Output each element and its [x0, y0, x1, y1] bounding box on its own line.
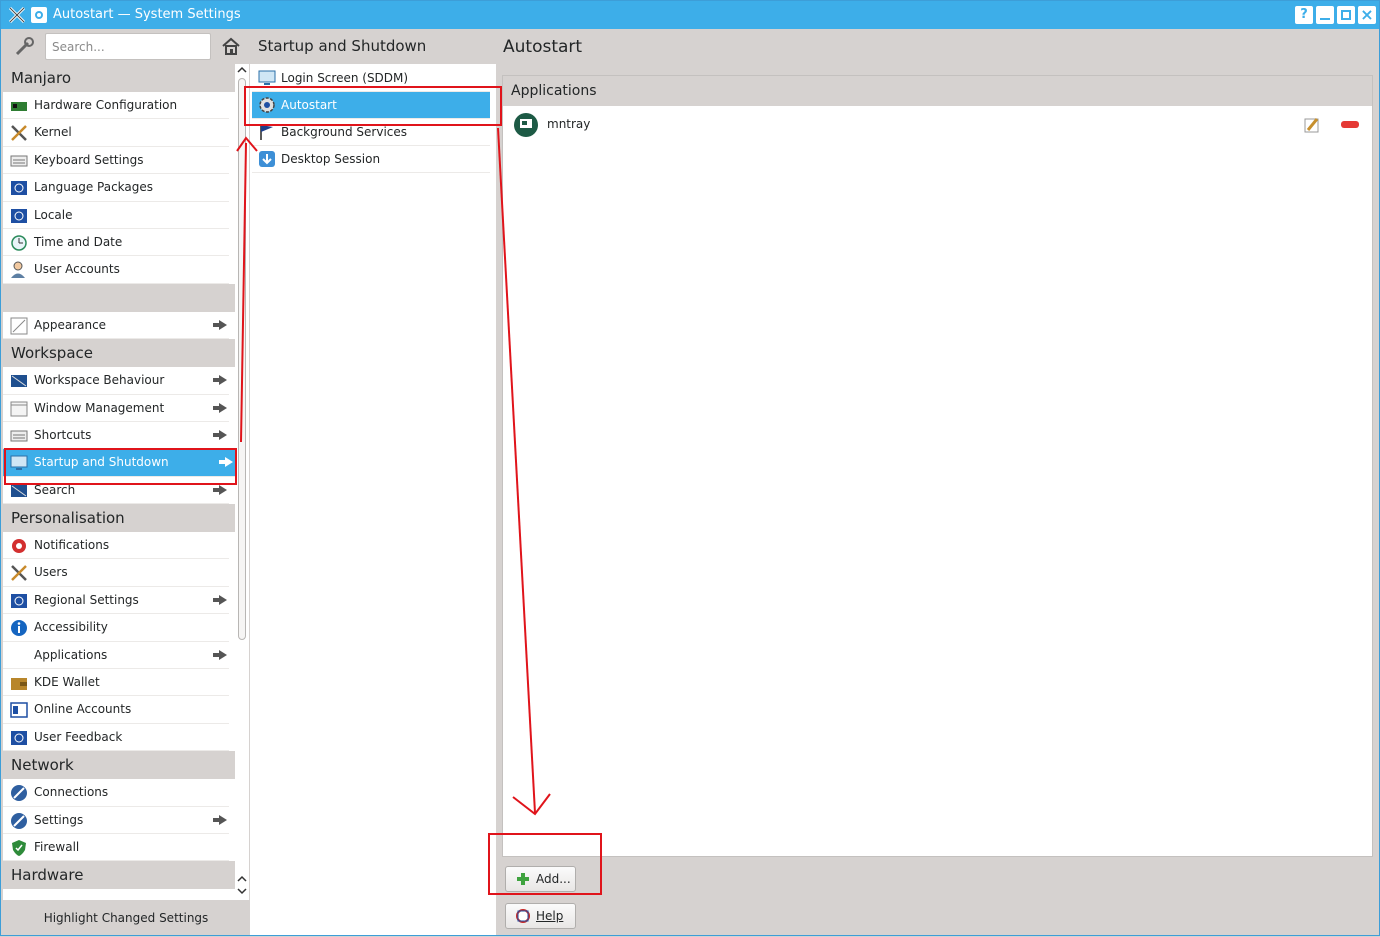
system-settings-window: Autostart — System Settings ? × Search..… — [0, 0, 1380, 936]
annotation-arrows — [236, 127, 551, 816]
